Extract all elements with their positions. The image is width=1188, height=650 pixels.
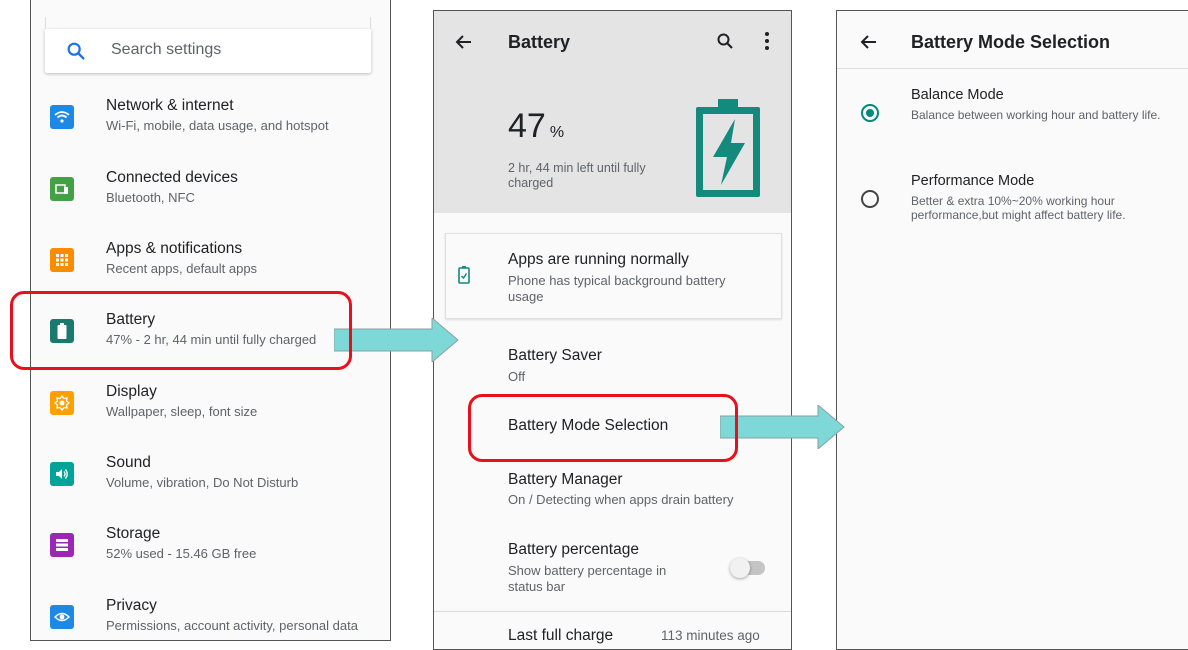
arrow-right-icon (720, 405, 845, 449)
status-card-title: Apps are running normally (508, 251, 689, 268)
last-full-charge-label: Last full charge (508, 627, 614, 644)
brightness-icon (50, 391, 74, 415)
settings-item-subtitle: Bluetooth, NFC (106, 190, 195, 205)
battery-saver-title: Battery Saver (508, 347, 602, 364)
apps-grid-icon (50, 248, 74, 272)
wifi-icon (50, 105, 74, 129)
toggle-knob (730, 558, 750, 578)
battery-check-icon (458, 266, 470, 284)
settings-item-title: Connected devices (106, 169, 238, 186)
volume-icon (50, 462, 74, 486)
battery-charging-icon (696, 99, 760, 197)
radio-button-selected[interactable] (861, 104, 879, 122)
page-title: Battery (508, 32, 571, 52)
settings-item-apps[interactable]: Apps & notifications Recent apps, defaul… (31, 232, 390, 296)
battery-saver-value: Off (508, 369, 526, 384)
settings-item-network[interactable]: Network & internet Wi-Fi, mobile, data u… (31, 89, 390, 153)
settings-item-subtitle: Wi-Fi, mobile, data usage, and hotspot (106, 118, 329, 133)
settings-item-title: Apps & notifications (106, 240, 243, 257)
settings-item-subtitle: Volume, vibration, Do Not Disturb (106, 475, 299, 490)
settings-item-privacy[interactable]: Privacy Permissions, account activity, p… (31, 589, 390, 640)
last-full-charge-value: 113 minutes ago (661, 628, 760, 643)
page-title: Battery Mode Selection (911, 32, 1111, 52)
storage-icon (50, 533, 74, 557)
search-icon (67, 42, 85, 60)
settings-item-connected-devices[interactable]: Connected devices Bluetooth, NFC (31, 161, 390, 225)
connected-devices-icon (50, 177, 74, 201)
settings-item-title: Storage (106, 525, 161, 542)
mode-option-desc: Better & extra 10%~20% working hour perf… (911, 194, 1126, 222)
mode-option-balance[interactable]: Balance Mode Balance between working hou… (837, 79, 1188, 149)
percent-value: 47 (508, 107, 546, 145)
search-icon[interactable] (716, 32, 734, 50)
back-arrow-icon[interactable] (859, 32, 879, 52)
mode-option-performance[interactable]: Performance Mode Better & extra 10%~20% … (837, 165, 1188, 235)
search-placeholder: Search settings (111, 41, 222, 58)
settings-item-title: Display (106, 383, 157, 400)
battery-percentage-toggle[interactable] (730, 558, 765, 578)
arrow-right-icon (334, 318, 459, 362)
settings-item-display[interactable]: Display Wallpaper, sleep, font size (31, 375, 390, 439)
battery-manager-row[interactable]: Battery Manager On / Detecting when apps… (434, 457, 791, 517)
back-arrow-icon[interactable] (454, 32, 474, 52)
settings-item-subtitle: Recent apps, default apps (106, 261, 258, 276)
battery-header: Battery 47% 2 hr, 44 min left until full… (434, 11, 791, 213)
battery-percentage-title: Battery percentage (508, 541, 639, 558)
highlight-battery-item (10, 291, 352, 370)
battery-mode-screen: Battery Mode Selection Balance Mode Bala… (836, 10, 1188, 650)
toolbar: Battery Mode Selection (837, 11, 1188, 69)
more-vert-icon[interactable] (764, 31, 770, 51)
time-left-text: 2 hr, 44 min left until fully charged (508, 161, 646, 190)
settings-item-subtitle: 52% used - 15.46 GB free (106, 546, 257, 561)
search-bar-edge (45, 17, 371, 29)
highlight-mode-selection (468, 394, 738, 462)
settings-item-title: Network & internet (106, 97, 234, 114)
search-bar[interactable]: Search settings (45, 17, 371, 73)
percent-unit: % (549, 124, 565, 141)
battery-screen: Battery 47% 2 hr, 44 min left until full… (433, 10, 792, 650)
settings-item-sound[interactable]: Sound Volume, vibration, Do Not Disturb (31, 446, 390, 510)
settings-item-title: Sound (106, 454, 151, 471)
divider (434, 611, 791, 612)
privacy-eye-icon (50, 605, 74, 629)
battery-percentage-subtitle: Show battery percentage in status bar (508, 563, 667, 594)
radio-button[interactable] (861, 190, 879, 208)
mode-option-title: Balance Mode (911, 87, 1004, 103)
settings-item-storage[interactable]: Storage 52% used - 15.46 GB free (31, 517, 390, 581)
mode-option-desc: Balance between working hour and battery… (911, 108, 1161, 122)
battery-saver-row[interactable]: Battery Saver Off (434, 331, 791, 397)
status-card[interactable]: Apps are running normally Phone has typi… (445, 233, 782, 319)
battery-manager-title: Battery Manager (508, 471, 623, 488)
settings-item-subtitle: Permissions, account activity, personal … (106, 618, 358, 633)
battery-percent: 47% (508, 107, 564, 146)
battery-manager-subtitle: On / Detecting when apps drain battery (508, 492, 734, 507)
settings-item-subtitle: Wallpaper, sleep, font size (106, 404, 258, 419)
settings-item-title: Privacy (106, 597, 157, 614)
mode-option-title: Performance Mode (911, 173, 1035, 189)
status-card-subtitle: Phone has typical background battery usa… (508, 273, 726, 304)
